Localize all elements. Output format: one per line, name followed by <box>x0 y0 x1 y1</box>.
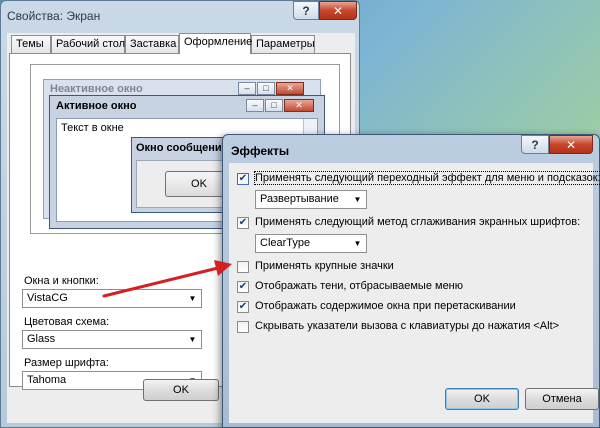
hide-keyboard-cues-label[interactable]: Скрывать указатели вызова с клавиатуры д… <box>255 320 559 332</box>
windows-buttons-select[interactable]: VistaCG ▼ <box>22 289 202 308</box>
font-smoothing-select[interactable]: ClearType ▼ <box>255 234 367 253</box>
color-scheme-select[interactable]: Glass ▼ <box>22 330 202 349</box>
tab-appearance[interactable]: Оформление <box>179 33 252 54</box>
tab-settings[interactable]: Параметры <box>251 35 315 53</box>
color-scheme-value: Glass <box>27 333 56 345</box>
menu-shadows-checkbox[interactable] <box>237 281 249 293</box>
help-button[interactable]: ? <box>293 1 319 20</box>
font-size-label: Размер шрифта: <box>24 357 109 369</box>
chevron-down-icon: ▼ <box>353 195 362 204</box>
tab-themes[interactable]: Темы <box>11 35 51 53</box>
tab-screensaver[interactable]: Заставка <box>125 35 179 53</box>
preview-body-text: Текст в окне <box>61 122 124 134</box>
cancel-button[interactable]: Отмена <box>525 388 599 410</box>
close-button[interactable]: ✕ <box>549 135 593 154</box>
windows-buttons-value: VistaCG <box>27 292 68 304</box>
large-icons-checkbox[interactable] <box>237 261 249 273</box>
menu-shadows-label[interactable]: Отображать тени, отбрасываемые меню <box>255 280 463 292</box>
font-size-value: Tahoma <box>27 374 67 386</box>
font-smoothing-value: ClearType <box>260 237 311 249</box>
minimize-icon: – <box>238 82 256 95</box>
ok-button[interactable]: OK <box>445 388 519 410</box>
chevron-down-icon: ▼ <box>188 294 197 303</box>
preview-inactive-title: Неактивное окно <box>50 83 143 95</box>
transition-effect-select[interactable]: Развертывание ▼ <box>255 190 367 209</box>
effects-client-area: Применять следующий переходный эффект дл… <box>229 163 600 423</box>
minimize-icon: – <box>246 99 264 112</box>
transition-effect-checkbox[interactable] <box>237 173 249 185</box>
window-title: Свойства: Экран <box>7 9 101 23</box>
title-bar[interactable]: Свойства: Экран ? ✕ <box>1 1 359 27</box>
preview-active-title: Активное окно <box>56 100 137 112</box>
effects-dialog: Эффекты ? ✕ Применять следующий переходн… <box>222 134 600 428</box>
dialog-title: Эффекты <box>231 144 290 158</box>
hide-keyboard-cues-checkbox[interactable] <box>237 321 249 333</box>
chevron-down-icon: ▼ <box>353 239 362 248</box>
windows-buttons-label: Окна и кнопки: <box>24 275 99 287</box>
close-icon: ✕ <box>284 99 314 112</box>
transition-effect-value: Развертывание <box>260 193 339 205</box>
chevron-down-icon: ▼ <box>188 335 197 344</box>
drag-contents-label[interactable]: Отображать содержимое окна при перетаски… <box>255 300 516 312</box>
font-smoothing-checkbox[interactable] <box>237 217 249 229</box>
help-button[interactable]: ? <box>521 135 549 154</box>
ok-button[interactable]: OK <box>143 379 219 401</box>
color-scheme-label: Цветовая схема: <box>24 316 110 328</box>
close-button[interactable]: ✕ <box>319 1 357 20</box>
maximize-icon: □ <box>265 99 283 112</box>
preview-message-title: Окно сообщения <box>136 142 229 154</box>
large-icons-label[interactable]: Применять крупные значки <box>255 260 394 272</box>
maximize-icon: □ <box>257 82 275 95</box>
tab-desktop[interactable]: Рабочий стол <box>51 35 125 53</box>
drag-contents-checkbox[interactable] <box>237 301 249 313</box>
close-icon: ✕ <box>276 82 304 95</box>
font-smoothing-label[interactable]: Применять следующий метод сглаживания эк… <box>255 216 580 228</box>
transition-effect-label[interactable]: Применять следующий переходный эффект дл… <box>254 171 600 185</box>
